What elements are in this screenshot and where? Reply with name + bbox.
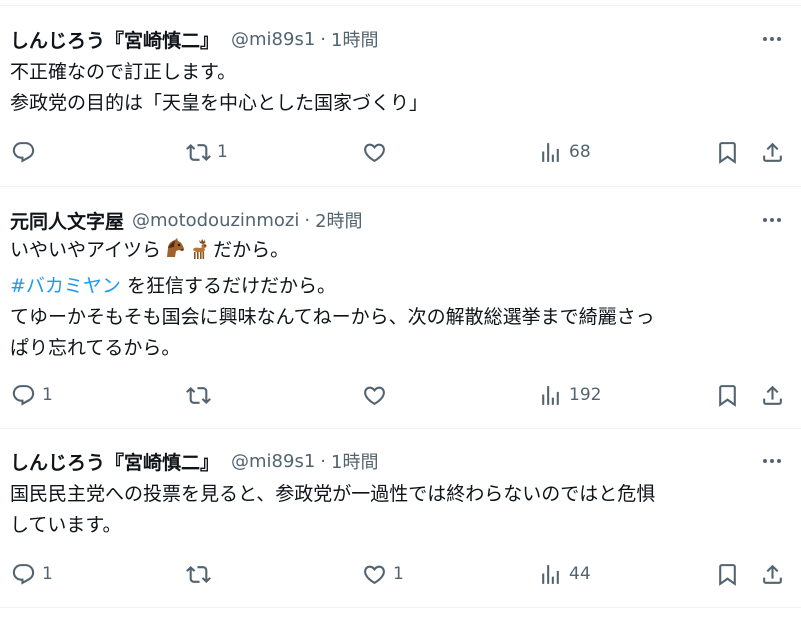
bookmark-button[interactable]: [715, 380, 740, 410]
timeline-feed: しんじろう『宮崎慎二』 @mi89s1 · 1時間 不正確なので訂正します。 参…: [0, 0, 801, 622]
timestamp[interactable]: 1時間: [331, 26, 378, 52]
divider: [0, 428, 801, 429]
action-bar: 1 1 44: [0, 559, 801, 589]
separator-dot: ·: [304, 209, 311, 231]
tweet-text-line: いやいやアイツら だから。: [10, 235, 790, 271]
view-count: 68: [569, 142, 591, 162]
more-options-button[interactable]: [759, 207, 785, 233]
tweet-text: 不正確なので訂正します。 参政党の目的は「天皇を中心とした国家づくり」: [10, 57, 790, 119]
bookmark-icon: [719, 141, 736, 164]
reply-count: 1: [42, 385, 53, 405]
share-icon: [763, 142, 782, 162]
horse-face-icon: [162, 237, 186, 271]
reply-button[interactable]: 1: [11, 559, 53, 589]
tweet-text-line: #バカミヤン を狂信するだけだから。: [10, 271, 790, 302]
tweet-text-line: しています。: [10, 514, 122, 536]
hashtag-link[interactable]: #バカミヤン: [10, 275, 121, 297]
more-horizontal-icon: [763, 37, 781, 41]
reply-button[interactable]: 1: [11, 380, 53, 410]
text-segment: いやいやアイツら: [10, 239, 162, 261]
tweet-text: いやいやアイツら だから。 #バカミヤン を狂信するだけだから。 てゆーかそもそも…: [10, 235, 790, 364]
retweet-icon: [186, 565, 211, 583]
action-bar: 1 192: [0, 380, 801, 410]
like-count: 1: [393, 564, 404, 584]
heart-icon: [364, 386, 385, 405]
view-count: 192: [569, 385, 602, 405]
views-button[interactable]: 68: [538, 137, 591, 167]
action-bar: 1 68: [0, 137, 801, 167]
bookmark-button[interactable]: [715, 137, 740, 167]
timestamp[interactable]: 2時間: [315, 207, 362, 233]
more-horizontal-icon: [763, 218, 781, 222]
user-handle[interactable]: @motodouzinmozi: [132, 210, 299, 231]
tweet-header: 元同人文字屋 @motodouzinmozi · 2時間: [10, 205, 363, 235]
tweet[interactable]: 元同人文字屋 @motodouzinmozi · 2時間 いやいやアイツら だから…: [0, 205, 801, 420]
separator-dot: ·: [320, 450, 327, 472]
like-button[interactable]: [362, 380, 393, 410]
divider: [0, 186, 801, 187]
reply-button[interactable]: [11, 137, 42, 167]
display-name[interactable]: しんじろう『宮崎慎二』: [10, 26, 219, 53]
like-button[interactable]: 1: [362, 559, 404, 589]
tweet-text-line: てゆーかそもそも国会に興味なんてねーから、次の解散総選挙まで綺麗さっ: [10, 306, 655, 328]
tweet-text: 国民民主党への投票を見ると、参政党が一過性では終わらないのではと危惧 しています…: [10, 479, 790, 541]
bookmark-icon: [719, 384, 736, 407]
heart-icon: [364, 565, 385, 584]
user-handle[interactable]: @mi89s1: [231, 451, 315, 472]
like-button[interactable]: [362, 137, 393, 167]
tweet-text-line: ぱり忘れてるから。: [10, 337, 181, 359]
user-handle[interactable]: @mi89s1: [231, 29, 315, 50]
retweet-icon: [186, 143, 211, 161]
share-button[interactable]: [760, 137, 785, 167]
separator-dot: ·: [320, 28, 327, 50]
bookmark-icon: [719, 563, 736, 586]
more-horizontal-icon: [763, 459, 781, 463]
views-chart-icon: [542, 142, 559, 162]
retweet-icon: [186, 386, 211, 404]
tweet-text-line: 国民民主党への投票を見ると、参政党が一過性では終わらないのではと危惧: [10, 483, 656, 505]
share-icon: [763, 564, 782, 584]
text-segment: だから。: [213, 239, 290, 261]
more-options-button[interactable]: [759, 448, 785, 474]
heart-icon: [364, 143, 385, 162]
display-name[interactable]: 元同人文字屋: [10, 207, 124, 234]
timestamp[interactable]: 1時間: [331, 448, 378, 474]
tweet-text-line: 不正確なので訂正します。: [10, 61, 237, 83]
tweet[interactable]: しんじろう『宮崎慎二』 @mi89s1 · 1時間 国民民主党への投票を見ると、…: [0, 446, 801, 606]
view-count: 44: [569, 564, 591, 584]
reply-count: 1: [42, 564, 53, 584]
views-button[interactable]: 192: [538, 380, 601, 410]
views-chart-icon: [542, 564, 559, 584]
more-options-button[interactable]: [759, 26, 785, 52]
deer-icon: [188, 237, 212, 271]
display-name[interactable]: しんじろう『宮崎慎二』: [10, 448, 219, 475]
bookmark-button[interactable]: [715, 559, 740, 589]
retweet-button[interactable]: [186, 559, 217, 589]
retweet-count: 1: [217, 142, 228, 162]
tweet[interactable]: しんじろう『宮崎慎二』 @mi89s1 · 1時間 不正確なので訂正します。 参…: [0, 24, 801, 184]
tweet-header: しんじろう『宮崎慎二』 @mi89s1 · 1時間: [10, 446, 378, 476]
divider: [0, 5, 801, 6]
share-button[interactable]: [760, 380, 785, 410]
reply-icon: [12, 563, 35, 585]
share-button[interactable]: [760, 559, 785, 589]
views-button[interactable]: 44: [538, 559, 591, 589]
retweet-button[interactable]: [186, 380, 217, 410]
text-segment: を狂信するだけだから。: [120, 275, 336, 297]
divider: [0, 607, 801, 608]
share-icon: [763, 385, 782, 405]
views-chart-icon: [542, 385, 559, 405]
reply-icon: [12, 141, 35, 163]
tweet-text-line: 参政党の目的は「天皇を中心とした国家づくり」: [10, 92, 429, 114]
retweet-button[interactable]: 1: [186, 137, 228, 167]
reply-icon: [12, 384, 35, 406]
tweet-header: しんじろう『宮崎慎二』 @mi89s1 · 1時間: [10, 24, 378, 54]
